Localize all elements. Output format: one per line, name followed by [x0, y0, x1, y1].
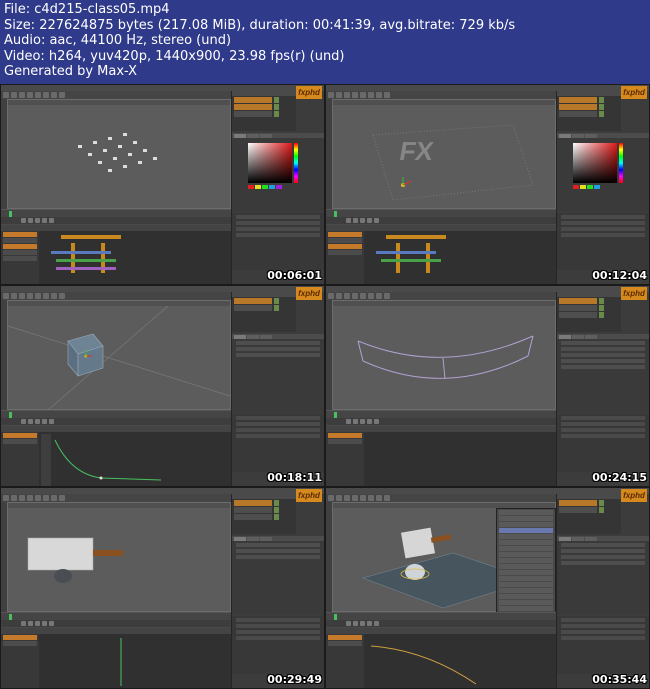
f-curve-editor[interactable] [1, 425, 231, 486]
thumbnail-grid: fxphd 00:06:01 FX fxphd 00:12:04 fxphd 0… [0, 84, 650, 689]
dope-sheet[interactable] [326, 425, 556, 486]
thumbnail-3[interactable]: fxphd 00:18:11 [0, 285, 325, 487]
attribute-manager[interactable] [557, 133, 649, 211]
thumbnail-6[interactable]: fxphd 00:35:44 [325, 487, 650, 689]
file-name-text: File: c4d215-class05.mp4 [4, 2, 170, 17]
timestamp-label: 00:24:15 [592, 471, 647, 484]
viewport [332, 300, 556, 410]
fxphd-logo: fxphd [621, 86, 647, 99]
svg-text:FX: FX [397, 136, 436, 166]
attribute-manager[interactable] [232, 536, 324, 614]
object-manager[interactable] [232, 494, 296, 534]
color-picker[interactable] [573, 143, 617, 183]
color-picker[interactable] [248, 143, 292, 183]
audio-info-text: Audio: aac, 44100 Hz, stereo (und) [4, 33, 232, 49]
thumbnail-5[interactable]: fxphd 00:29:49 [0, 487, 325, 689]
thumbnail-1[interactable]: fxphd 00:06:01 [0, 84, 325, 285]
generator-text: Generated by Max-X [4, 64, 138, 80]
f-curve-editor[interactable] [1, 627, 231, 688]
object-manager[interactable] [232, 91, 296, 131]
cloner-grid-scene [78, 133, 157, 172]
right-panel [231, 91, 324, 284]
bent-plane-scene [357, 335, 534, 380]
attribute-manager[interactable] [557, 536, 649, 614]
timestamp-label: 00:18:11 [267, 471, 322, 484]
object-manager[interactable] [557, 91, 621, 131]
f-curve [41, 434, 162, 486]
object-manager[interactable] [557, 292, 621, 332]
timestamp-label: 00:29:49 [267, 673, 322, 686]
timestamp-label: 00:35:44 [592, 673, 647, 686]
thumbnail-4[interactable]: fxphd 00:24:15 [325, 285, 650, 487]
viewport [7, 99, 231, 209]
timeline[interactable] [1, 209, 231, 217]
hue-slider[interactable] [294, 143, 298, 183]
attribute-manager[interactable] [232, 334, 324, 412]
fxphd-logo: fxphd [621, 489, 647, 502]
f-curve-editor[interactable] [326, 627, 556, 688]
cube-scene [8, 306, 230, 410]
fxphd-logo: fxphd [296, 287, 322, 300]
object-manager[interactable] [232, 292, 296, 332]
playback-controls[interactable] [1, 217, 231, 224]
thumbnail-2[interactable]: FX fxphd 00:12:04 [325, 84, 650, 285]
dope-sheet[interactable] [1, 224, 231, 284]
fxphd-logo: fxphd [296, 489, 322, 502]
attribute-manager[interactable] [232, 133, 324, 211]
dope-sheet[interactable] [326, 224, 556, 284]
viewport [7, 502, 231, 612]
file-size-text: Size: 227624875 bytes (217.08 MiB), dura… [4, 17, 516, 33]
viewport: FX [332, 99, 556, 209]
object-manager[interactable] [557, 494, 621, 534]
knife-scene [27, 537, 123, 583]
fxphd-logo: fxphd [296, 86, 322, 99]
viewport [7, 300, 231, 410]
keyframe-bars [51, 235, 121, 273]
timestamp-label: 00:12:04 [592, 269, 647, 282]
video-info-text: Video: h264, yuv420p, 1440x900, 23.98 fp… [4, 48, 345, 64]
file-info-header: File: c4d215-class05.mp4 Size: 227624875… [0, 0, 650, 84]
text-grid-scene: FX [372, 124, 534, 201]
coordinates-panel[interactable] [232, 213, 324, 270]
attribute-manager[interactable] [557, 334, 649, 412]
timestamp-label: 00:06:01 [267, 269, 322, 282]
fxphd-logo: fxphd [621, 287, 647, 300]
